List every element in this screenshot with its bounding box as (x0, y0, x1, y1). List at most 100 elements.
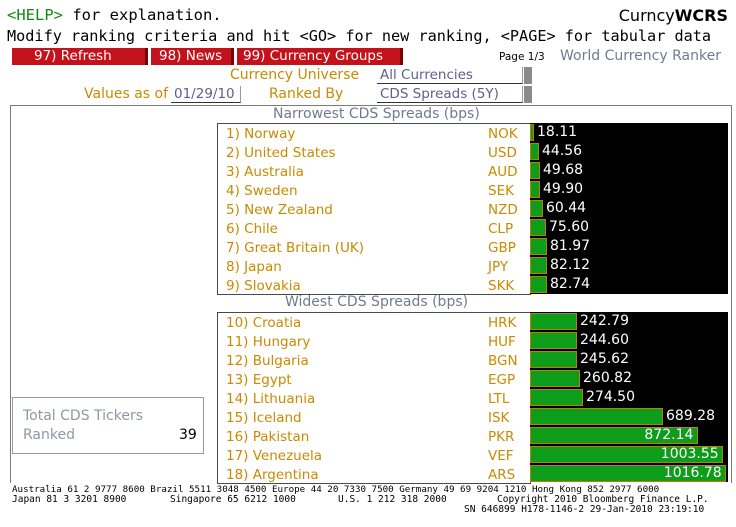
bar-value-label: 49.68 (543, 162, 584, 178)
bar (530, 257, 547, 274)
currency-code: USD (488, 145, 517, 161)
currency-code: VEF (488, 448, 514, 464)
ranked-by-label: Ranked By (269, 86, 344, 102)
narrowest-row[interactable]: 6) Chile CLP (218, 220, 530, 239)
values-as-of-label: Values as of (84, 86, 169, 102)
currency-name: 15) Iceland (226, 410, 302, 426)
widest-row[interactable]: 13) Egypt EGP (218, 371, 530, 390)
bar (530, 351, 577, 368)
currency-code: NOK (488, 126, 518, 142)
function-mnemonic: WCRS (674, 6, 728, 25)
bar (530, 200, 543, 217)
footer-us: U.S. 1 212 318 2000 (338, 494, 447, 505)
footer-japan: Japan 81 3 3201 8900 (12, 494, 127, 505)
currency-universe-field[interactable]: All Currencies (377, 67, 523, 84)
narrowest-row[interactable]: 5) New Zealand NZD (218, 201, 530, 220)
bar-value-label: 18.11 (537, 124, 578, 140)
narrowest-title: Narrowest CDS Spreads (bps) (273, 106, 480, 122)
currency-code: LTL (488, 391, 510, 407)
widest-row[interactable]: 12) Bulgaria BGN (218, 352, 530, 371)
footer-session: SN 646899 H178-1146-2 29-Jan-2010 23:19:… (464, 504, 705, 515)
bar (530, 219, 546, 236)
currency-name: 2) United States (226, 145, 336, 161)
bar-value-label: 245.62 (580, 351, 629, 367)
currency-code: PKR (488, 429, 515, 445)
instruction-line: Modify ranking criteria and hit <GO> for… (7, 27, 712, 45)
narrowest-row[interactable]: 3) Australia AUD (218, 163, 530, 182)
bar-value-label: 81.97 (550, 238, 591, 254)
summary-box: Total CDS Tickers Ranked 39 (12, 397, 204, 454)
currency-name: 12) Bulgaria (226, 353, 309, 369)
widest-row[interactable]: 14) Lithuania LTL (218, 390, 530, 409)
narrowest-row[interactable]: 2) United States USD (218, 144, 530, 163)
currency-code: HUF (488, 334, 516, 350)
help-line: <HELP> for explanation. (7, 6, 222, 24)
narrowest-row[interactable]: 8) Japan JPY (218, 258, 530, 277)
bar-value-label: 872.14 (644, 427, 694, 443)
currency-code: SKK (488, 278, 515, 294)
bar-value-label: 1003.55 (660, 446, 719, 462)
bar (530, 332, 577, 349)
currency-code: CLP (488, 221, 514, 237)
ranked-by-field[interactable]: CDS Spreads (5Y) (377, 86, 523, 103)
bar-value-label: 260.82 (583, 370, 632, 386)
function-prefix: Curncy (618, 6, 675, 25)
currency-code: BGN (488, 353, 518, 369)
currency-name: 1) Norway (226, 126, 296, 142)
footer-singapore: Singapore 65 6212 1000 (170, 494, 296, 505)
function-code: CurncyWCRS (619, 6, 728, 25)
widest-row[interactable]: 18) Argentina ARS (218, 466, 530, 485)
widest-title: Widest CDS Spreads (bps) (285, 294, 469, 310)
bar-value-label: 82.12 (550, 257, 591, 273)
currency-code: SEK (488, 183, 514, 199)
currency-name: 8) Japan (226, 259, 282, 275)
bar (530, 162, 540, 179)
left-border (10, 105, 11, 483)
bar (530, 313, 577, 330)
narrowest-row[interactable]: 4) Sweden SEK (218, 182, 530, 201)
bar (530, 408, 663, 425)
currency-code: ISK (488, 410, 510, 426)
widest-table: 10) Croatia HRK 11) Hungary HUF 12) Bulgaria… (217, 312, 531, 484)
widest-row[interactable]: 15) Iceland ISK (218, 409, 530, 428)
date-field[interactable]: 01/29/10 (171, 86, 241, 103)
bar-value-label: 75.60 (549, 219, 590, 235)
bar (530, 124, 534, 141)
bar-value-label: 82.74 (550, 276, 591, 292)
widest-row[interactable]: 10) Croatia HRK (218, 314, 530, 333)
narrowest-bar-chart: 18.11 44.56 49.68 49.90 60.44 75.60 81.97 82.12… (530, 123, 728, 294)
currency-code: AUD (488, 164, 518, 180)
bar-value-label: 1016.78 (663, 465, 722, 481)
bar-value-label: 242.79 (580, 313, 629, 329)
currency-name: 3) Australia (226, 164, 304, 180)
widest-row[interactable]: 11) Hungary HUF (218, 333, 530, 352)
currency-name: 7) Great Britain (UK) (226, 240, 365, 256)
ranked-by-dropdown-tab[interactable] (524, 86, 532, 103)
narrowest-row[interactable]: 1) Norway NOK (218, 125, 530, 144)
summary-label-1: Total CDS Tickers (23, 408, 144, 424)
currency-name: 18) Argentina (226, 467, 319, 483)
screen-title: World Currency Ranker (560, 48, 721, 64)
help-key[interactable]: <HELP> (7, 6, 63, 24)
currency-name: 16) Pakistan (226, 429, 310, 445)
universe-dropdown-tab[interactable] (524, 67, 532, 84)
currency-name: 13) Egypt (226, 372, 292, 388)
currency-code: EGP (488, 372, 516, 388)
currency-universe-label: Currency Universe (230, 67, 360, 83)
narrowest-table: 1) Norway NOK 2) United States USD 3) Austra… (217, 123, 531, 295)
widest-row[interactable]: 17) Venezuela VEF (218, 447, 530, 466)
refresh-button[interactable]: 97) Refresh (12, 48, 148, 65)
widest-row[interactable]: 16) Pakistan PKR (218, 428, 530, 447)
narrowest-row[interactable]: 7) Great Britain (UK) GBP (218, 239, 530, 258)
right-border (731, 105, 732, 483)
currency-name: 11) Hungary (226, 334, 311, 350)
currency-name: 17) Venezuela (226, 448, 323, 464)
bar (530, 181, 540, 198)
currency-code: NZD (488, 202, 518, 218)
currency-groups-button[interactable]: 99) Currency Groups (237, 48, 403, 65)
bar-value-label: 60.44 (546, 200, 587, 216)
bar-value-label: 274.50 (586, 389, 635, 405)
currency-name: 4) Sweden (226, 183, 298, 199)
news-button[interactable]: 98) News (151, 48, 234, 65)
bar (530, 238, 547, 255)
